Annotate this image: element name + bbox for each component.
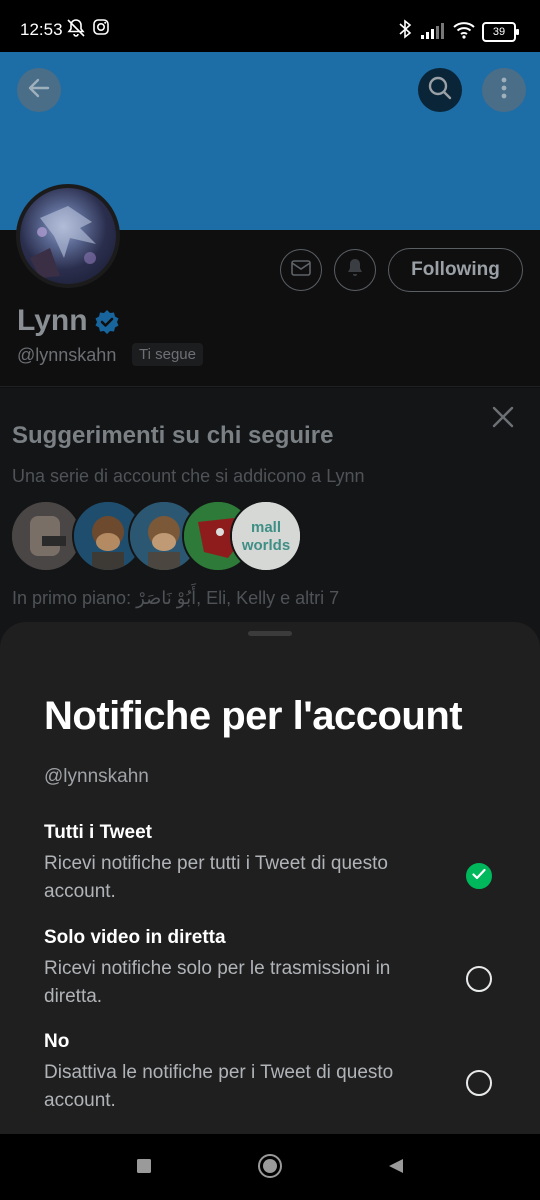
instagram-icon <box>92 18 110 41</box>
system-navigation-bar <box>0 1134 540 1200</box>
bell-icon <box>346 258 364 283</box>
arrow-left-icon <box>26 75 52 106</box>
bell-off-icon <box>66 18 86 43</box>
mail-icon <box>291 259 311 281</box>
radio-all-tweets[interactable] <box>466 863 492 889</box>
radio-off[interactable] <box>466 1070 492 1096</box>
option-title: No <box>44 1031 70 1052</box>
avatar-art <box>30 206 96 278</box>
square-icon <box>136 1158 152 1179</box>
suggestions-subtitle: Una serie di account che si addicono a L… <box>12 466 365 486</box>
option-off[interactable]: No Disattiva le notifiche per i Tweet di… <box>44 1031 514 1115</box>
back-button[interactable] <box>17 68 61 112</box>
home-circle-icon <box>257 1153 283 1184</box>
clock: 12:53 <box>20 20 63 39</box>
more-options-button[interactable] <box>482 68 526 112</box>
suggested-avatar[interactable]: mall worlds <box>230 500 302 572</box>
more-vertical-icon <box>500 76 508 105</box>
close-icon[interactable] <box>488 402 518 432</box>
profile-handle: @lynnskahn <box>17 345 117 365</box>
option-title: Tutti i Tweet <box>44 822 153 843</box>
back-nav-button[interactable] <box>382 1154 410 1182</box>
status-bar: 12:53 39 <box>0 0 540 52</box>
option-live-video-only[interactable]: Solo video in diretta Ricevi notifiche s… <box>44 927 514 1011</box>
option-description: Ricevi notifiche per tutti i Tweet di qu… <box>44 853 388 902</box>
option-description: Disattiva le notifiche per i Tweet di qu… <box>44 1062 394 1111</box>
suggestions-featured: In primo piano: أَبُوْ نَاصَرْ, Eli, Kel… <box>12 588 340 608</box>
signal-icon <box>420 22 446 45</box>
profile-name: Lynn <box>17 304 88 337</box>
divider <box>0 386 540 387</box>
battery-icon: 39 <box>482 22 519 42</box>
message-button[interactable] <box>280 249 322 291</box>
search-button[interactable] <box>418 68 462 112</box>
svg-text:worlds: worlds <box>241 537 290 554</box>
svg-text:mall: mall <box>251 519 281 536</box>
option-title: Solo video in diretta <box>44 927 226 948</box>
suggestions-title: Suggerimenti su chi seguire <box>12 422 334 449</box>
triangle-back-icon <box>387 1157 405 1180</box>
sheet-account-handle: @lynnskahn <box>44 766 149 787</box>
battery-level: 39 <box>492 26 506 38</box>
sheet-title: Notifiche per l'account <box>44 694 463 738</box>
profile-avatar[interactable] <box>16 184 120 288</box>
follows-you-badge: Ti segue <box>132 343 203 366</box>
search-icon <box>427 75 453 106</box>
following-button[interactable]: Following <box>388 248 523 292</box>
notification-settings-sheet: Notifiche per l'account @lynnskahn Tutti… <box>0 622 540 1134</box>
wifi-icon <box>452 20 476 45</box>
option-description: Ricevi notifiche solo per le trasmission… <box>44 958 391 1007</box>
radio-live-video-only[interactable] <box>466 966 492 992</box>
recents-button[interactable] <box>130 1154 158 1182</box>
bluetooth-icon <box>398 18 412 45</box>
sheet-drag-handle[interactable] <box>248 631 292 636</box>
verified-icon <box>93 308 121 341</box>
notifications-button[interactable] <box>334 249 376 291</box>
option-all-tweets[interactable]: Tutti i Tweet Ricevi notifiche per tutti… <box>44 822 514 906</box>
home-button[interactable] <box>256 1153 284 1184</box>
checkmark-icon <box>472 867 486 885</box>
